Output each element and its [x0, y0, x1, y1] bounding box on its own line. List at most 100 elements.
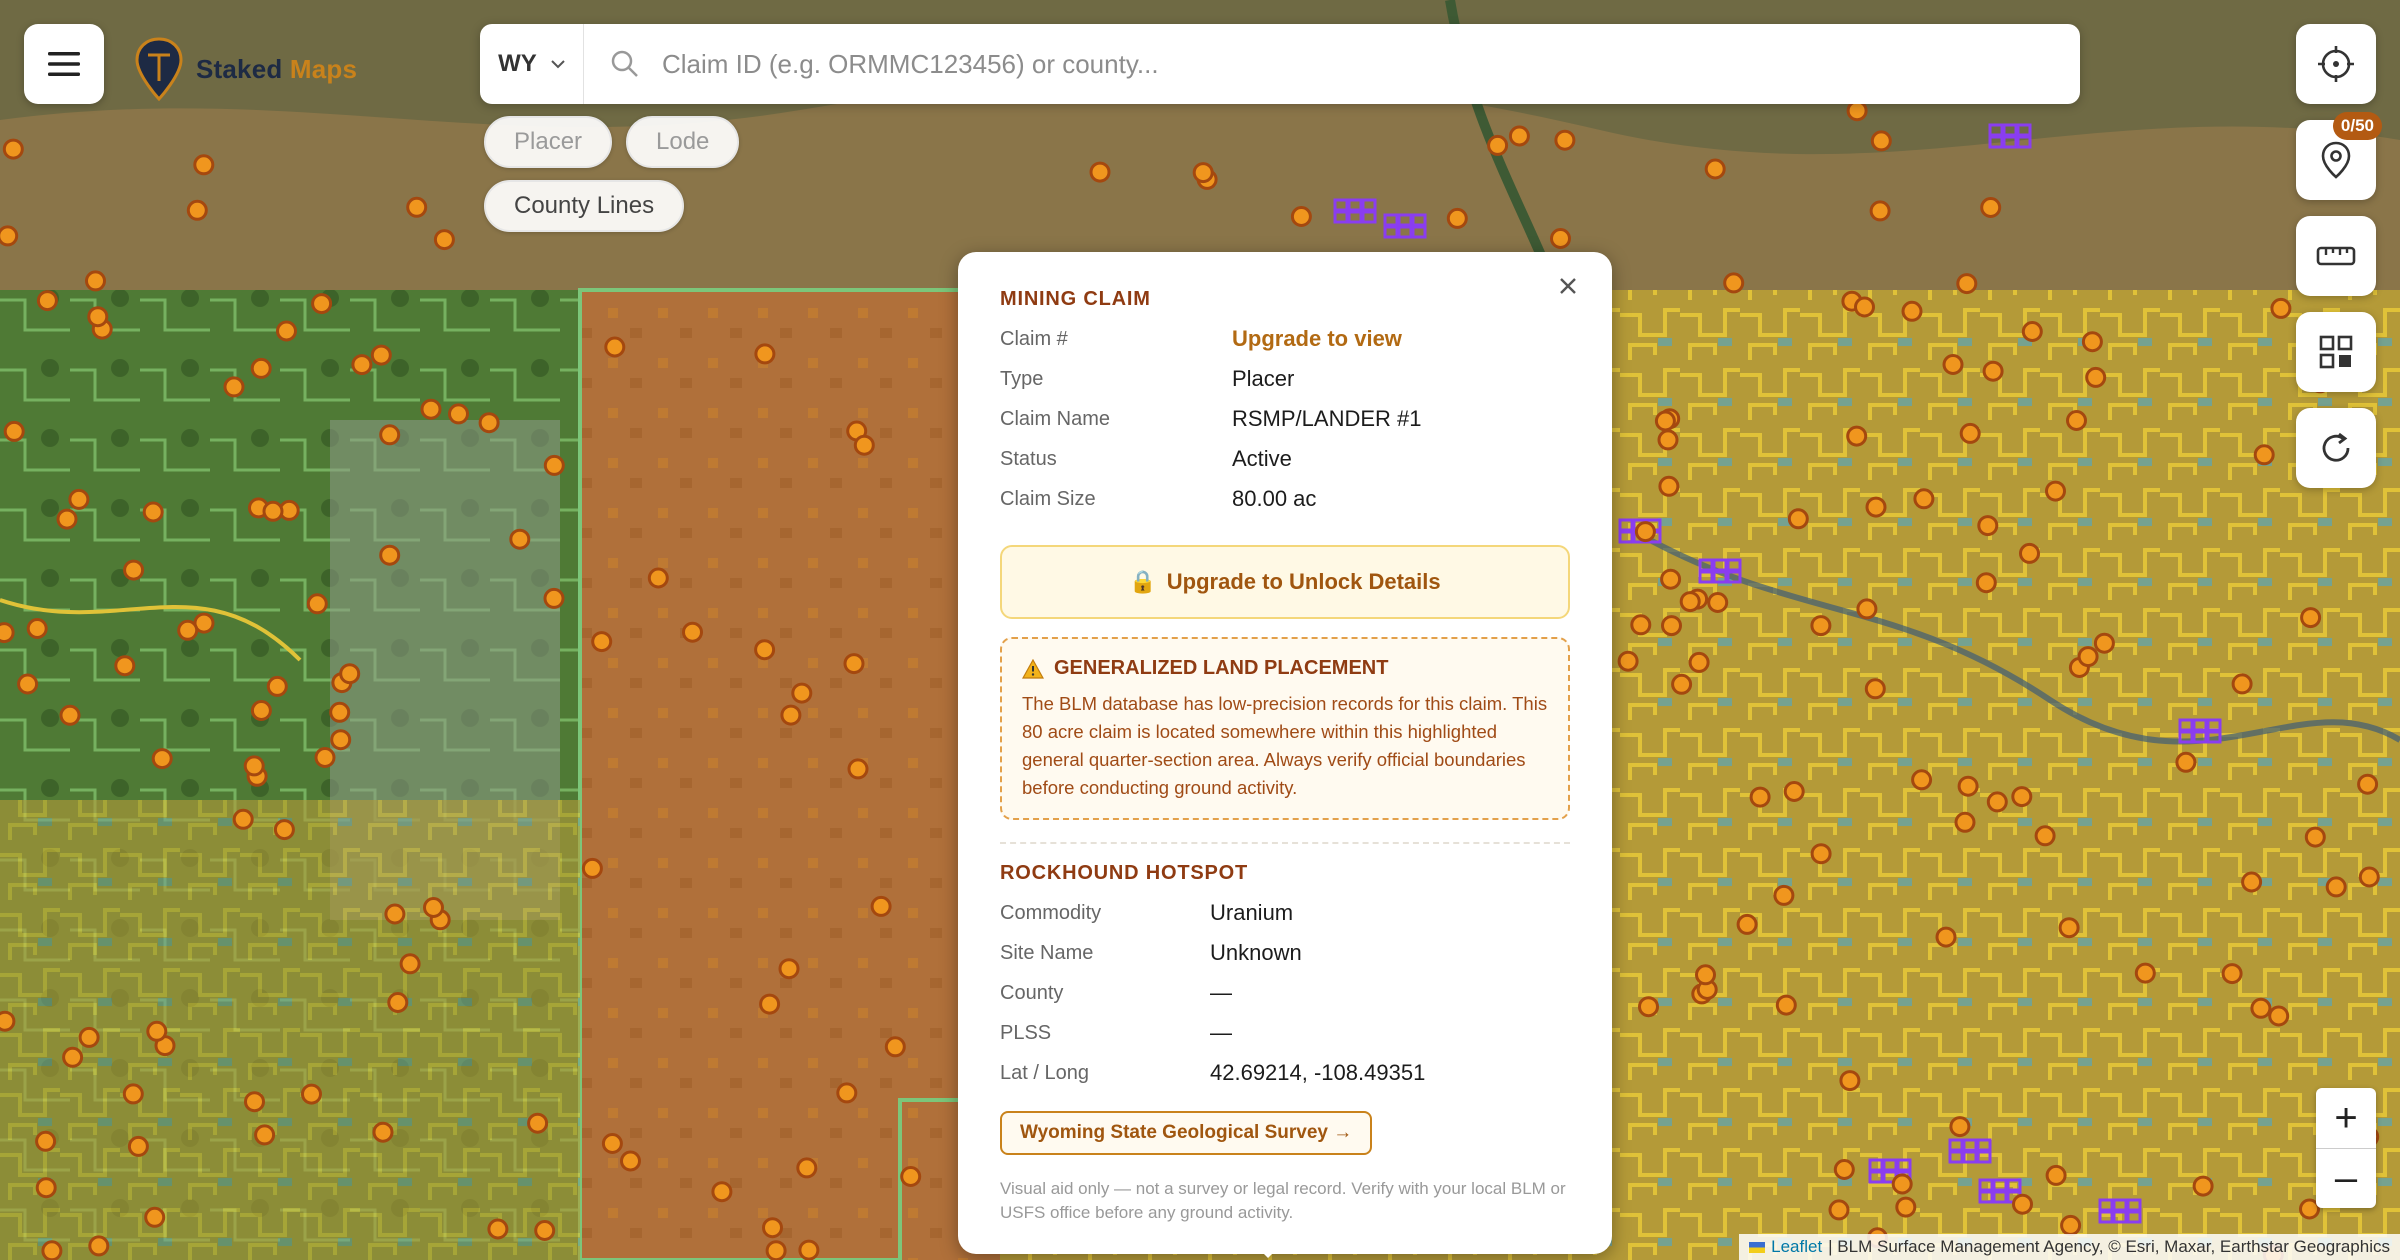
hotspot-marker[interactable]	[2011, 786, 2033, 808]
hotspot-marker[interactable]	[1901, 300, 1923, 322]
hotspot-marker[interactable]	[836, 1082, 858, 1104]
hotspot-marker[interactable]	[370, 344, 392, 366]
hotspot-marker[interactable]	[0, 1010, 16, 1032]
hotspot-marker[interactable]	[1957, 775, 1979, 797]
hotspot-marker[interactable]	[754, 343, 776, 365]
hotspot-marker[interactable]	[604, 336, 626, 358]
hotspot-marker[interactable]	[151, 748, 173, 770]
hotspot-marker[interactable]	[122, 1083, 144, 1105]
hotspot-marker[interactable]	[250, 700, 272, 721]
hotspot-marker[interactable]	[2093, 632, 2115, 654]
hotspot-marker[interactable]	[543, 454, 565, 476]
hotspot-marker[interactable]	[1810, 615, 1832, 637]
hotspot-marker[interactable]	[85, 270, 106, 292]
hotspot-marker[interactable]	[1954, 811, 1976, 833]
hotspot-marker[interactable]	[1828, 1199, 1850, 1221]
close-button[interactable]	[1548, 266, 1588, 306]
hotspot-marker[interactable]	[1704, 158, 1726, 180]
hotspot-marker[interactable]	[534, 1220, 556, 1241]
hotspot-marker[interactable]	[487, 1218, 509, 1240]
hotspot-marker[interactable]	[3, 420, 25, 442]
locate-button[interactable]	[2296, 24, 2376, 104]
hotspot-marker[interactable]	[1554, 129, 1576, 151]
hotspot-marker[interactable]	[56, 508, 78, 530]
hotspot-marker[interactable]	[2270, 297, 2292, 319]
hotspot-marker[interactable]	[387, 992, 409, 1013]
brand[interactable]: Staked Maps	[134, 34, 357, 104]
hotspot-marker[interactable]	[527, 1112, 549, 1134]
hotspot-marker[interactable]	[2066, 410, 2087, 431]
hotspot-marker[interactable]	[1749, 786, 1771, 808]
hotspot-marker[interactable]	[351, 354, 373, 376]
hotspot-marker[interactable]	[62, 1046, 84, 1068]
hotspot-marker[interactable]	[339, 663, 361, 685]
hotspot-marker[interactable]	[1787, 508, 1809, 530]
hotspot-marker[interactable]	[2304, 826, 2326, 848]
hotspot-marker[interactable]	[1773, 884, 1795, 906]
hotspot-marker[interactable]	[26, 618, 48, 639]
hotspot-marker[interactable]	[87, 306, 109, 328]
hotspot-marker[interactable]	[759, 993, 781, 1015]
hotspot-marker[interactable]	[884, 1036, 906, 1058]
state-select[interactable]: WY	[480, 24, 584, 104]
hotspot-marker[interactable]	[41, 1240, 63, 1260]
hotspot-marker[interactable]	[1854, 296, 1875, 318]
hotspot-marker[interactable]	[798, 1239, 820, 1260]
hotspot-marker[interactable]	[1654, 410, 1676, 432]
hotspot-marker[interactable]	[306, 593, 328, 615]
hotspot-marker[interactable]	[1550, 228, 1571, 249]
hotspot-marker[interactable]	[711, 1181, 733, 1203]
hotspot-marker[interactable]	[1986, 791, 2008, 813]
hotspot-marker[interactable]	[1290, 206, 1312, 227]
hotspot-marker[interactable]	[301, 1083, 322, 1105]
saved-pins-button[interactable]: 0/50	[2296, 112, 2382, 200]
hotspot-marker[interactable]	[379, 544, 401, 566]
hotspot-marker[interactable]	[1679, 591, 1701, 613]
hotspot-marker[interactable]	[543, 587, 565, 609]
hotspot-marker[interactable]	[223, 376, 245, 398]
hotspot-marker[interactable]	[2019, 542, 2040, 564]
hotspot-marker[interactable]	[1688, 651, 1710, 673]
hotspot-marker[interactable]	[276, 320, 297, 342]
hotspot-marker[interactable]	[620, 1150, 641, 1172]
hotspot-marker[interactable]	[1707, 592, 1729, 613]
hotspot-marker[interactable]	[35, 1130, 57, 1152]
hotspot-marker[interactable]	[399, 953, 421, 975]
hotspot-marker[interactable]	[2, 138, 24, 160]
upgrade-unlock-button[interactable]: 🔒 Upgrade to Unlock Details	[1000, 545, 1570, 619]
hotspot-marker[interactable]	[372, 1121, 394, 1143]
leaflet-link[interactable]: Leaflet	[1771, 1237, 1822, 1257]
hotspot-marker[interactable]	[853, 434, 875, 456]
hotspot-marker[interactable]	[1487, 134, 1509, 156]
hotspot-marker[interactable]	[581, 857, 603, 879]
hotspot-marker[interactable]	[1942, 354, 1964, 375]
hotspot-marker[interactable]	[591, 631, 613, 653]
hotspot-marker[interactable]	[254, 1124, 276, 1146]
hotspot-marker[interactable]	[1775, 994, 1797, 1016]
refresh-button[interactable]	[2296, 408, 2376, 488]
hotspot-marker[interactable]	[2268, 1005, 2290, 1027]
hotspot-marker[interactable]	[406, 196, 428, 218]
hotspot-marker[interactable]	[1617, 650, 1639, 672]
hotspot-marker[interactable]	[1956, 273, 1978, 295]
hotspot-marker[interactable]	[232, 808, 254, 830]
hotspot-marker[interactable]	[146, 1020, 168, 1042]
hotspot-marker[interactable]	[0, 225, 19, 247]
hotspot-marker[interactable]	[2060, 1214, 2082, 1236]
hotspot-marker[interactable]	[2231, 673, 2253, 695]
hotspot-marker[interactable]	[2253, 444, 2275, 466]
hotspot-marker[interactable]	[243, 755, 265, 777]
hotspot-marker[interactable]	[2021, 321, 2043, 342]
hotspot-marker[interactable]	[177, 619, 199, 641]
hotspot-marker[interactable]	[142, 501, 164, 523]
hotspot-marker[interactable]	[68, 488, 90, 510]
hotspot-marker[interactable]	[2058, 917, 2080, 939]
hotspot-marker[interactable]	[1810, 843, 1832, 865]
filter-chip-lode[interactable]: Lode	[626, 116, 740, 168]
hotspot-marker[interactable]	[2325, 876, 2347, 898]
hotspot-marker[interactable]	[1658, 475, 1680, 497]
hotspot-marker[interactable]	[2357, 773, 2379, 795]
hotspot-marker[interactable]	[1446, 207, 1468, 229]
hotspot-marker[interactable]	[1975, 572, 1997, 594]
zoom-in-button[interactable]: +	[2316, 1088, 2376, 1148]
